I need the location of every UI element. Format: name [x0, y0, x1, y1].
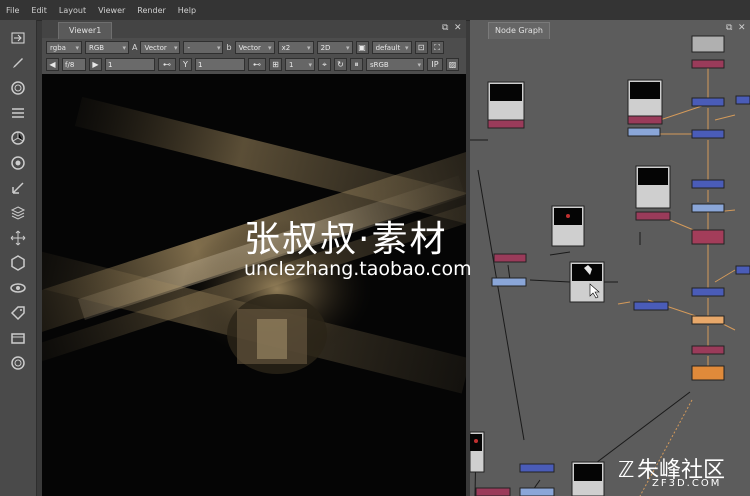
blur-node[interactable] [633, 301, 669, 311]
dot-node[interactable] [691, 35, 725, 53]
blur-node[interactable] [691, 179, 725, 189]
read-node[interactable] [475, 487, 511, 496]
prev-frame-icon[interactable]: ◀ [46, 57, 59, 71]
channels-dropdown[interactable]: rgba [46, 40, 82, 55]
import-icon[interactable] [8, 28, 28, 48]
y-label: Y [179, 57, 192, 71]
blur-node[interactable] [519, 463, 555, 473]
next-frame-icon[interactable]: ▶ [89, 57, 102, 71]
b-input-label: b [226, 42, 232, 52]
menu-help[interactable]: Help [172, 6, 202, 15]
grade-node[interactable] [627, 127, 661, 137]
color-icon[interactable] [8, 128, 28, 148]
blur-node[interactable] [691, 129, 725, 139]
site-logo-icon: ℤ [618, 458, 635, 483]
read-node[interactable] [691, 59, 725, 69]
blur-node[interactable] [735, 265, 750, 275]
menu-viewer[interactable]: Viewer [92, 6, 131, 15]
viewer-canvas[interactable] [42, 74, 466, 496]
fstop-field[interactable]: f/8 [62, 57, 86, 71]
site-watermark: ℤ 朱峰社区 ZF3D.COM [618, 452, 725, 489]
checker-icon[interactable]: ⊞ [269, 57, 282, 71]
menu-render[interactable]: Render [131, 6, 171, 15]
colorspace-dropdown[interactable]: sRGB [366, 57, 424, 72]
proxy-dropdown[interactable]: 2D [316, 40, 353, 55]
gain-slider-icon[interactable]: ⊷ [158, 57, 176, 71]
views-icon[interactable] [8, 278, 28, 298]
site-url: ZF3D.COM [652, 478, 722, 489]
write-node[interactable] [691, 365, 725, 381]
menu-layout[interactable]: Layout [53, 6, 92, 15]
close-icon[interactable]: ✕ [454, 23, 462, 33]
viewer-tabbar: Viewer1 ⧉ ✕ [42, 20, 466, 39]
viewer-controls-row1: rgba RGB A Vector - b Vector x2 2D ▣ def… [42, 39, 466, 55]
merge-icon[interactable] [8, 203, 28, 223]
merge-node[interactable] [691, 229, 725, 245]
zoom-dropdown[interactable]: x2 [277, 40, 314, 55]
3d-icon[interactable] [8, 253, 28, 273]
grade-node[interactable] [691, 315, 725, 325]
gamma-value-field[interactable]: 1 [195, 57, 245, 71]
filter-icon[interactable] [8, 153, 28, 173]
compare-op-dropdown[interactable]: - [183, 40, 224, 55]
other-icon[interactable] [8, 353, 28, 373]
grade-node[interactable] [691, 203, 725, 213]
tab-viewer1[interactable]: Viewer1 [58, 22, 113, 39]
paint-mode-dropdown[interactable]: 1 [285, 57, 315, 72]
menu-file[interactable]: File [0, 6, 25, 15]
ip-button[interactable]: IP [427, 57, 443, 71]
toolsets-icon[interactable] [8, 328, 28, 348]
menu-edit[interactable]: Edit [25, 6, 53, 15]
read-node[interactable] [635, 165, 671, 221]
grade-node[interactable] [519, 487, 555, 496]
stripes-icon[interactable]: ▨ [446, 57, 459, 71]
read-node[interactable] [470, 431, 485, 473]
layer-dropdown[interactable]: RGB [85, 40, 129, 55]
roi-icon[interactable]: ⊡ [414, 40, 428, 54]
node-graph-panel[interactable]: Node Graph ⧉ ✕ [470, 20, 750, 496]
paint-icon[interactable] [8, 53, 28, 73]
viewer-controls-row2: ◀ f/8 ▶ 1 ⊷ Y 1 ⊷ ⊞ 1 ⌖ ↻ ⏸ sRGB IP ▨ [42, 56, 466, 72]
a-input-label: A [132, 42, 138, 52]
blur-node[interactable] [691, 97, 725, 107]
camera-icon[interactable]: ▣ [355, 40, 369, 54]
time-icon[interactable] [8, 78, 28, 98]
node-graph-canvas[interactable] [470, 20, 750, 496]
read-node[interactable] [493, 253, 527, 263]
channel-icon[interactable] [8, 103, 28, 123]
fit-icon[interactable]: ⛶ [430, 40, 444, 54]
blur-node[interactable] [735, 95, 750, 105]
b-input-dropdown[interactable]: Vector [234, 40, 275, 55]
pause-icon[interactable]: ⏸ [350, 57, 363, 71]
lut-preset-dropdown[interactable]: default [371, 40, 412, 55]
read-node[interactable] [551, 205, 585, 247]
read-node[interactable] [627, 79, 663, 125]
metadata-icon[interactable] [8, 303, 28, 323]
refresh-icon[interactable]: ↻ [334, 57, 347, 71]
watermark-url: unclezhang.taobao.com [244, 258, 472, 280]
read-node[interactable] [487, 81, 525, 129]
transform-icon[interactable] [8, 228, 28, 248]
read-node[interactable] [571, 461, 605, 496]
grade-node[interactable] [491, 277, 527, 287]
a-input-dropdown[interactable]: Vector [140, 40, 181, 55]
motion-blur-render [42, 96, 466, 394]
blur-node[interactable] [691, 287, 725, 297]
gamma-slider-icon[interactable]: ⊷ [248, 57, 266, 71]
menu-bar: File Edit Layout Viewer Render Help [0, 0, 750, 21]
watermark-title: 张叔叔·素材 [244, 219, 448, 260]
left-toolbar [0, 20, 37, 496]
merge-node[interactable] [691, 345, 725, 355]
gain-value-field[interactable]: 1 [105, 57, 155, 71]
float-panel-icon[interactable]: ⧉ [442, 23, 448, 33]
keyer-icon[interactable] [8, 178, 28, 198]
read-node[interactable] [569, 261, 605, 303]
cursor-icon[interactable]: ⌖ [318, 57, 331, 71]
